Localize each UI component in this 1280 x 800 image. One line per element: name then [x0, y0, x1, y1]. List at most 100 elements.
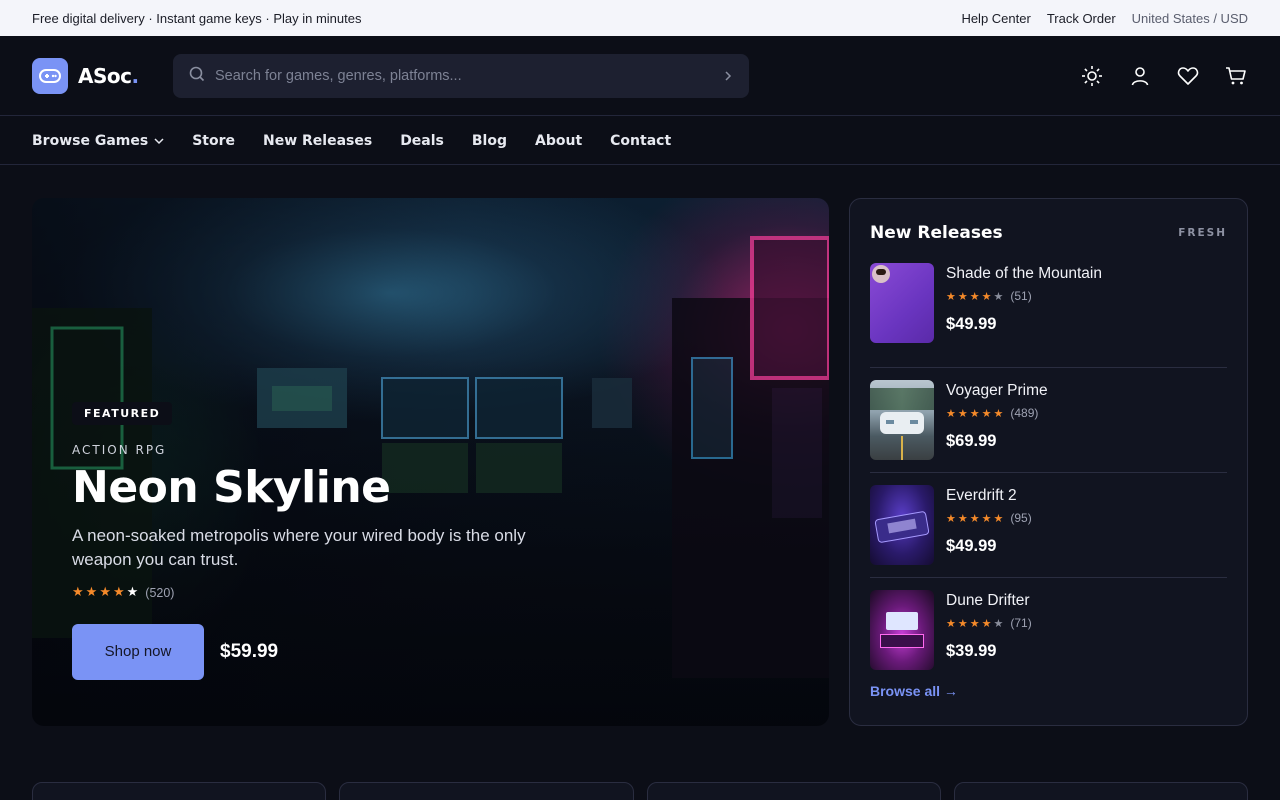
hero-rating: ★ ★ ★ ★ ★ (520): [72, 586, 552, 600]
star-icon: ★: [946, 289, 956, 303]
hero-genre: ACTION RPG: [72, 443, 167, 457]
star-icon: ★: [969, 289, 980, 303]
nav-contact[interactable]: Contact: [610, 133, 671, 149]
star-icon: ★: [969, 406, 980, 420]
help-center-link[interactable]: Help Center: [961, 11, 1030, 26]
track-order-link[interactable]: Track Order: [1047, 11, 1116, 26]
rating-count: (95): [1010, 511, 1032, 525]
star-icon: ★: [993, 511, 1004, 525]
nav-browse-games-label: Browse Games: [32, 132, 149, 149]
nav-deals[interactable]: Deals: [400, 133, 444, 149]
star-icon: ★: [112, 585, 125, 601]
hero-price: $59.99: [220, 640, 279, 662]
panel-tag: FRESH: [1178, 227, 1227, 239]
rating-count: (489): [1010, 406, 1039, 420]
card-row: [32, 782, 1248, 800]
star-icon: ★: [85, 585, 98, 601]
star-icon: ★: [946, 616, 956, 630]
game-title[interactable]: Shade of the Mountain: [946, 265, 1102, 283]
star-icon: ★: [969, 616, 980, 630]
list-item[interactable]: Voyager Prime ★ ★ ★ ★ ★ (489) $69.99: [870, 368, 1227, 473]
hero-title: Neon Skyline: [72, 462, 391, 513]
gamepad-icon: [32, 57, 68, 94]
star-icon: ★: [957, 616, 968, 630]
star-icon: ★: [946, 511, 956, 525]
user-icon[interactable]: [1128, 64, 1152, 88]
star-icon: ★: [99, 585, 111, 601]
product-card[interactable]: [339, 782, 634, 800]
chevron-down-icon: [154, 137, 164, 144]
hero-content: FEATURED ACTION RPG Neon Skyline A neon-…: [72, 402, 552, 680]
release-list: Shade of the Mountain ★ ★ ★ ★ ★ (51) $49…: [870, 263, 1227, 683]
star-icon: ★: [969, 511, 980, 525]
star-icon: ★: [993, 289, 1004, 303]
new-releases-panel: New Releases FRESH Shade of the Mountain…: [849, 198, 1248, 726]
logo-dot: .: [131, 63, 139, 88]
nav-store[interactable]: Store: [192, 133, 235, 149]
star-icon: ★: [946, 406, 956, 420]
game-price: $49.99: [946, 537, 997, 555]
nav-about[interactable]: About: [535, 133, 582, 149]
game-title[interactable]: Everdrift 2: [946, 487, 1032, 505]
star-icon: ★: [981, 406, 992, 420]
game-rating: ★ ★ ★ ★ ★ (71): [946, 616, 1032, 630]
featured-hero[interactable]: FEATURED ACTION RPG Neon Skyline A neon-…: [32, 198, 829, 726]
logo-text: ASoc: [78, 63, 132, 88]
product-card[interactable]: [646, 782, 941, 800]
list-item[interactable]: Everdrift 2 ★ ★ ★ ★ ★ (95) $49.99: [870, 473, 1227, 578]
game-price: $39.99: [946, 642, 997, 660]
search-icon: [189, 66, 205, 86]
panel-title: New Releases: [870, 223, 1003, 243]
sun-icon[interactable]: [1080, 64, 1104, 88]
star-icon: ★: [981, 616, 992, 630]
game-price: $49.99: [946, 315, 997, 333]
search-bar[interactable]: Search for games, genres, platforms...: [173, 53, 749, 98]
nav-browse-games[interactable]: Browse Games: [32, 133, 164, 149]
shop-now-button[interactable]: Shop now: [72, 623, 204, 680]
search-input[interactable]: Search for games, genres, platforms...: [215, 68, 713, 84]
star-icon: ★: [957, 406, 968, 420]
header-actions: [1080, 64, 1248, 88]
star-icon: ★: [957, 289, 968, 303]
rating-count: (71): [1010, 616, 1032, 630]
hero-description: A neon-soaked metropolis where your wire…: [72, 525, 526, 569]
nav-blog[interactable]: Blog: [472, 133, 507, 149]
rating-count: (51): [1010, 289, 1032, 303]
game-rating: ★ ★ ★ ★ ★ (95): [946, 511, 1032, 525]
utility-links: Help Center Track Order United States / …: [961, 11, 1248, 26]
site-header: ASoc. Search for games, genres, platform…: [0, 36, 1280, 116]
star-icon: ★: [993, 616, 1004, 630]
chevron-right-icon[interactable]: [723, 66, 733, 85]
main-nav: Browse Games Store New Releases Deals Bl…: [0, 117, 1280, 165]
game-price: $69.99: [946, 432, 997, 450]
cart-icon[interactable]: [1224, 64, 1248, 88]
panel-header: New Releases FRESH: [870, 221, 1227, 245]
star-icon: ★: [957, 511, 968, 525]
game-title[interactable]: Voyager Prime: [946, 382, 1048, 400]
heart-icon[interactable]: [1176, 64, 1200, 88]
game-rating: ★ ★ ★ ★ ★ (51): [946, 289, 1102, 303]
star-icon: ★: [993, 406, 1004, 420]
star-icon: ★: [126, 585, 139, 601]
promo-text: Free digital delivery · Instant game key…: [32, 10, 362, 26]
star-icon: ★: [72, 585, 84, 601]
browse-all-link[interactable]: Browse all →: [870, 683, 958, 699]
nav-new-releases[interactable]: New Releases: [263, 133, 372, 149]
product-card[interactable]: [32, 782, 327, 800]
region-selector[interactable]: United States / USD: [1132, 11, 1248, 26]
list-item[interactable]: Shade of the Mountain ★ ★ ★ ★ ★ (51) $49…: [870, 263, 1227, 368]
rating-count: (520): [145, 585, 175, 600]
game-thumbnail: [870, 380, 934, 460]
product-card[interactable]: [953, 782, 1248, 800]
game-thumbnail: [870, 263, 934, 343]
game-rating: ★ ★ ★ ★ ★ (489): [946, 406, 1048, 420]
star-icon: ★: [981, 289, 992, 303]
logo[interactable]: ASoc.: [32, 57, 173, 94]
announcement-bar: Free digital delivery · Instant game key…: [0, 0, 1280, 36]
star-icon: ★: [981, 511, 992, 525]
game-thumbnail: [870, 590, 934, 670]
hero-actions: Shop now $59.99: [72, 623, 552, 680]
featured-badge: FEATURED: [72, 402, 173, 425]
list-item[interactable]: Dune Drifter ★ ★ ★ ★ ★ (71) $39.99: [870, 578, 1227, 683]
game-title[interactable]: Dune Drifter: [946, 592, 1032, 610]
